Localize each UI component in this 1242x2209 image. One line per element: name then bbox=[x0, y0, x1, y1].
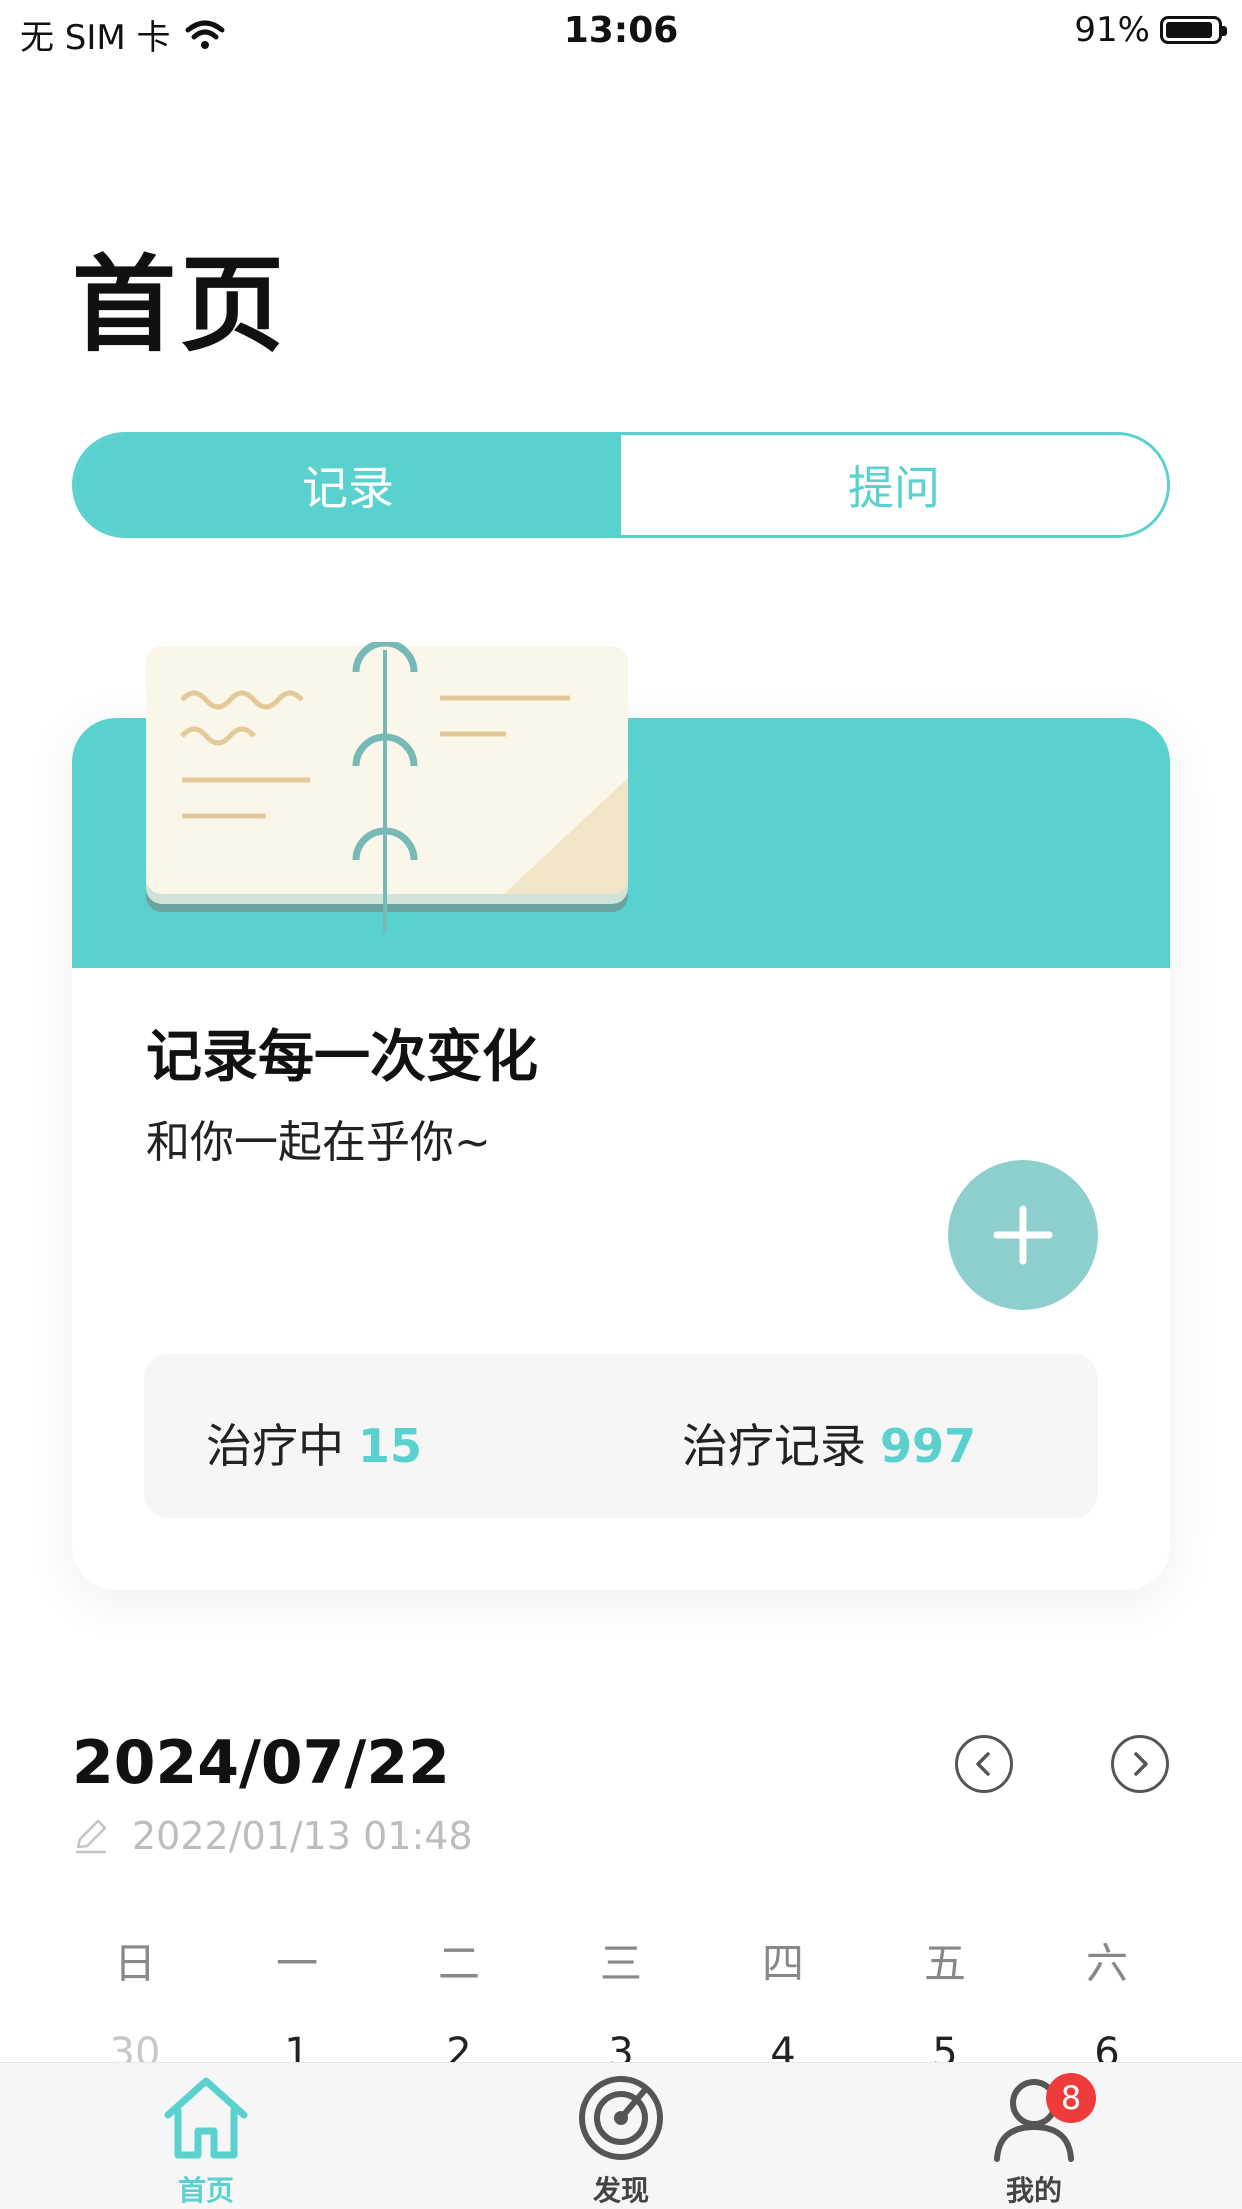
card-title: 记录每一次变化 bbox=[146, 1025, 538, 1090]
edit-time-text: 2022/01/13 01:48 bbox=[132, 1814, 473, 1858]
tab-label: 首页 bbox=[177, 2174, 234, 2207]
battery-fill bbox=[1166, 22, 1212, 38]
stats-panel: 治疗中 15 治疗记录 997 bbox=[144, 1354, 1098, 1518]
weekday-label: 五 bbox=[923, 1939, 966, 1988]
status-bar: 无 SIM 卡 13:06 91% bbox=[0, 0, 1242, 62]
chevron-right-icon bbox=[1134, 1752, 1148, 1776]
stat-value: 15 bbox=[358, 1419, 423, 1473]
plus-icon bbox=[993, 1205, 1053, 1265]
tab-profile[interactable]: 我的 8 bbox=[934, 2063, 1134, 2209]
page-title: 首页 bbox=[72, 244, 289, 366]
pencil-icon bbox=[76, 1819, 107, 1854]
compass-icon bbox=[579, 2076, 663, 2160]
weekday-label: 六 bbox=[1085, 1939, 1128, 1988]
status-right: 91% bbox=[1074, 10, 1227, 50]
card-subtitle: 和你一起在乎你~ bbox=[146, 1117, 491, 1168]
tab-record[interactable]: 记录 bbox=[75, 435, 621, 535]
tab-question[interactable]: 提问 bbox=[621, 435, 1167, 535]
current-date: 2024/07/22 bbox=[72, 1728, 450, 1798]
weekday-label: 二 bbox=[437, 1939, 480, 1988]
add-record-button[interactable] bbox=[948, 1160, 1098, 1310]
weekday-label: 一 bbox=[275, 1939, 318, 1988]
clock: 13:06 bbox=[563, 10, 679, 51]
home-icon bbox=[164, 2077, 248, 2159]
battery-icon bbox=[1160, 16, 1227, 44]
tab-label: 发现 bbox=[592, 2174, 649, 2207]
weekday-label: 三 bbox=[599, 1939, 642, 1988]
stat-in-treatment[interactable]: 治疗中 15 bbox=[206, 1410, 422, 1476]
stat-label: 治疗中 bbox=[206, 1419, 344, 1473]
tab-bar: 首页 发现 我的 8 bbox=[0, 2062, 1242, 2209]
tab-home[interactable]: 首页 bbox=[106, 2063, 306, 2209]
stat-value: 997 bbox=[880, 1419, 977, 1473]
weekday-label: 日 bbox=[113, 1939, 156, 1988]
tab-label: 我的 bbox=[1005, 2174, 1062, 2207]
chevron-left-icon bbox=[976, 1752, 990, 1776]
stat-treatment-records[interactable]: 治疗记录 997 bbox=[682, 1410, 976, 1476]
tab-discover[interactable]: 发现 bbox=[521, 2063, 721, 2209]
segmented-control: 记录 提问 bbox=[72, 432, 1170, 538]
notification-badge: 8 bbox=[1046, 2073, 1096, 2123]
edit-timestamp: 2022/01/13 01:48 bbox=[72, 1814, 473, 1858]
prev-month-button[interactable] bbox=[955, 1735, 1013, 1793]
stat-label: 治疗记录 bbox=[682, 1419, 866, 1473]
weekday-label: 四 bbox=[761, 1939, 804, 1988]
next-month-button[interactable] bbox=[1111, 1735, 1169, 1793]
notebook-illustration bbox=[146, 642, 628, 932]
battery-percent: 91% bbox=[1074, 10, 1150, 50]
weekday-header: 日 一 二 三 四 五 六 bbox=[54, 1930, 1188, 1991]
